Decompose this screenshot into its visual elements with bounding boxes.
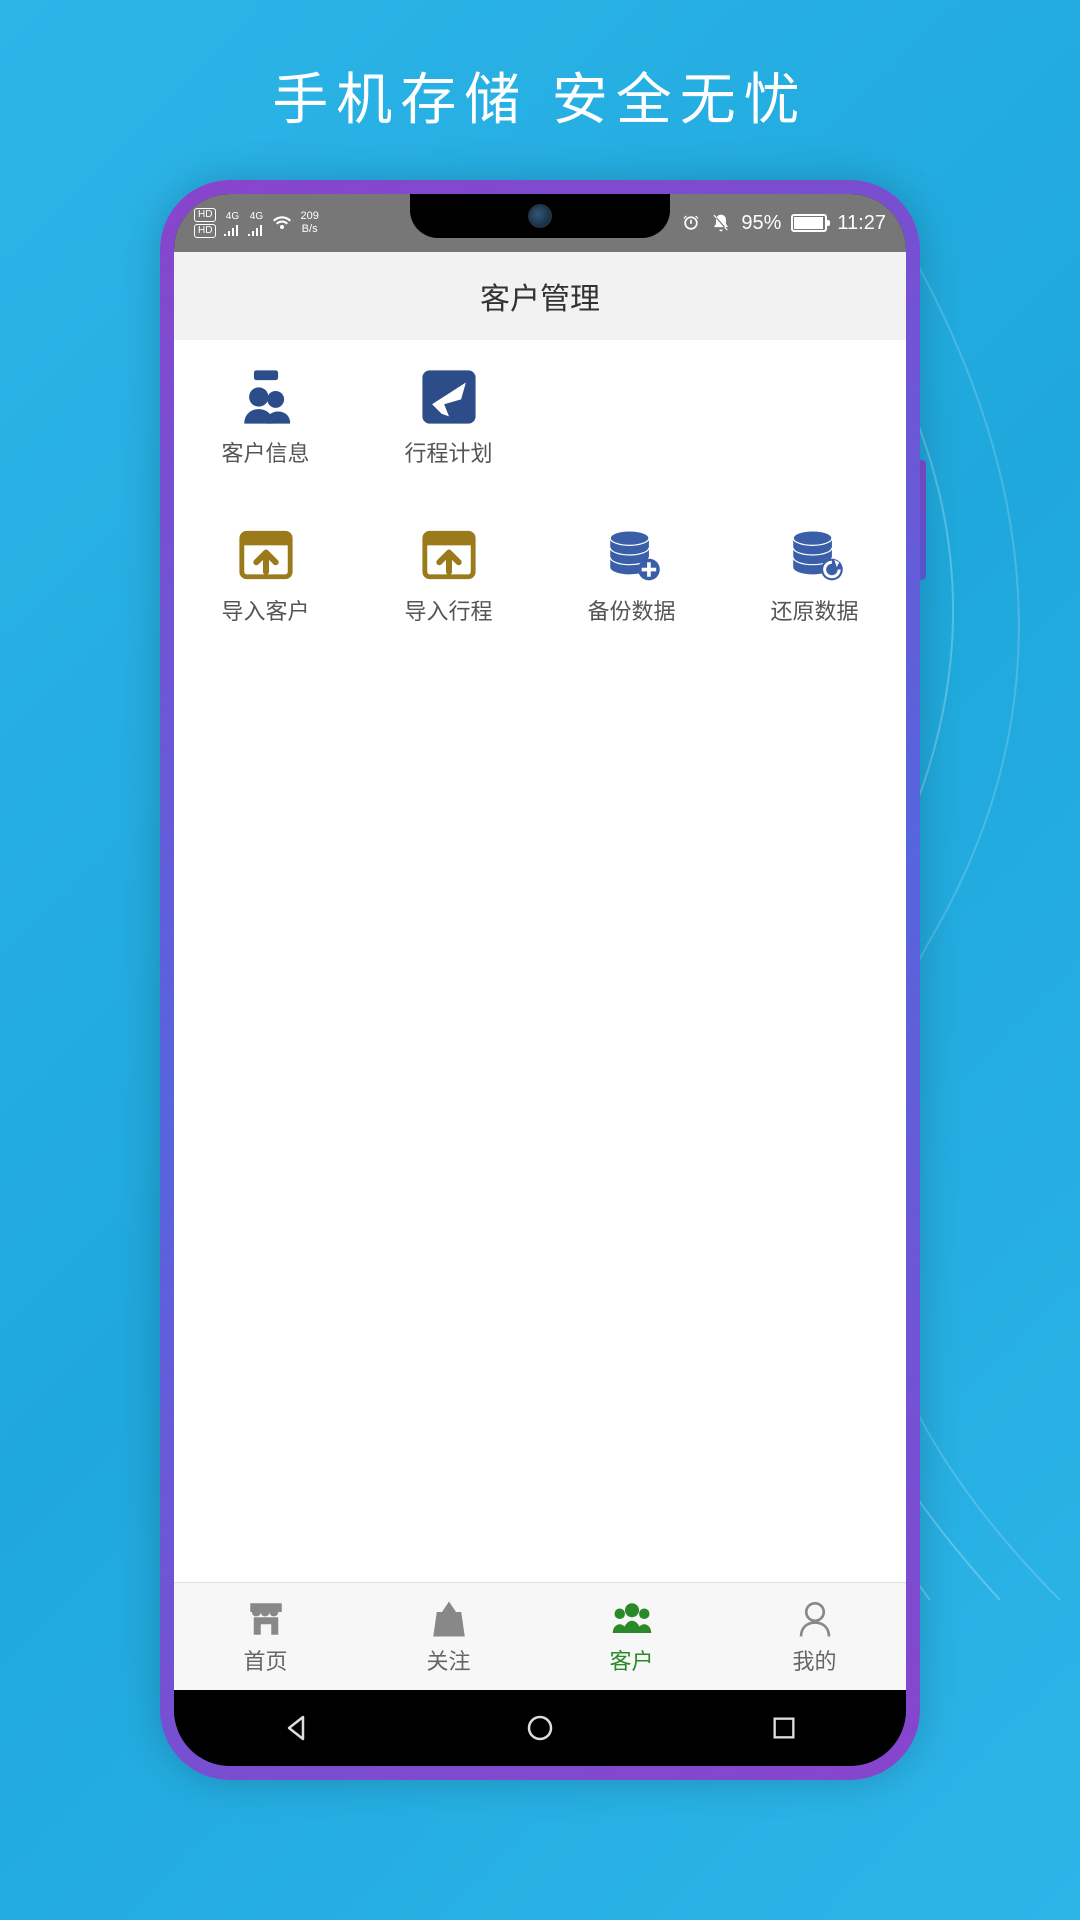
plane-icon xyxy=(420,368,478,426)
tab-label: 客户 xyxy=(609,1644,653,1676)
phone-power-button xyxy=(920,460,926,580)
feature-label: 还原数据 xyxy=(770,594,858,626)
import-icon xyxy=(420,526,478,584)
database-restore-icon xyxy=(786,526,844,584)
tab-follow[interactable]: 关注 xyxy=(357,1583,540,1690)
tab-home[interactable]: 首页 xyxy=(174,1583,357,1690)
feature-label: 备份数据 xyxy=(587,594,675,626)
net-speed-value: 209 xyxy=(300,211,318,222)
status-left: HD HD 4G 4G 209 B/s xyxy=(194,208,319,238)
signal-icon xyxy=(224,224,240,236)
feature-travel-plan[interactable]: 行程计划 xyxy=(357,368,540,468)
feature-label: 客户信息 xyxy=(221,436,309,468)
system-nav-bar xyxy=(174,1690,906,1766)
feature-label: 导入行程 xyxy=(404,594,492,626)
people-icon xyxy=(237,368,295,426)
nav-home-button[interactable] xyxy=(520,1708,560,1748)
net-speed-unit: B/s xyxy=(302,224,318,235)
tab-label: 我的 xyxy=(792,1644,836,1676)
battery-percent: 95% xyxy=(741,212,781,235)
nav-recent-button[interactable] xyxy=(764,1708,804,1748)
profile-icon xyxy=(794,1598,836,1640)
feature-backup-data[interactable]: 备份数据 xyxy=(540,526,723,626)
feature-label: 导入客户 xyxy=(221,594,309,626)
battery-icon xyxy=(791,214,827,232)
tab-label: 关注 xyxy=(426,1644,470,1676)
app-body: 客户管理 客户信息 行程计划 xyxy=(174,252,906,1690)
hd-badge: HD xyxy=(194,208,216,222)
phone-notch xyxy=(410,194,670,238)
hd-badge: HD xyxy=(194,224,216,238)
feature-customer-info[interactable]: 客户信息 xyxy=(174,368,357,468)
database-plus-icon xyxy=(603,526,661,584)
tab-mine[interactable]: 我的 xyxy=(723,1583,906,1690)
tab-bar: 首页 关注 客户 我的 xyxy=(174,1582,906,1690)
feature-import-customer[interactable]: 导入客户 xyxy=(174,526,357,626)
feature-import-travel[interactable]: 导入行程 xyxy=(357,526,540,626)
tab-label: 首页 xyxy=(243,1644,287,1676)
feature-restore-data[interactable]: 还原数据 xyxy=(723,526,906,626)
feature-label: 行程计划 xyxy=(404,436,492,468)
signal-icon xyxy=(248,224,264,236)
feature-grid: 客户信息 行程计划 导入客户 xyxy=(174,340,906,654)
status-time: 11:27 xyxy=(837,212,886,235)
alarm-icon xyxy=(681,213,701,233)
nav-back-button[interactable] xyxy=(276,1708,316,1748)
wifi-icon xyxy=(272,215,292,231)
app-title: 客户管理 xyxy=(174,252,906,340)
tab-customer[interactable]: 客户 xyxy=(540,1583,723,1690)
network-gen: 4G xyxy=(226,211,239,222)
bag-icon xyxy=(428,1598,470,1640)
promo-headline: 手机存储 安全无忧 xyxy=(0,0,1080,136)
status-right: 95% 11:27 xyxy=(681,212,886,235)
mute-icon xyxy=(711,213,731,233)
network-gen: 4G xyxy=(250,211,263,222)
store-icon xyxy=(245,1598,287,1640)
group-icon xyxy=(611,1598,653,1640)
phone-frame: HD HD 4G 4G 209 B/s xyxy=(160,180,920,1780)
import-icon xyxy=(237,526,295,584)
camera-icon xyxy=(528,204,552,228)
